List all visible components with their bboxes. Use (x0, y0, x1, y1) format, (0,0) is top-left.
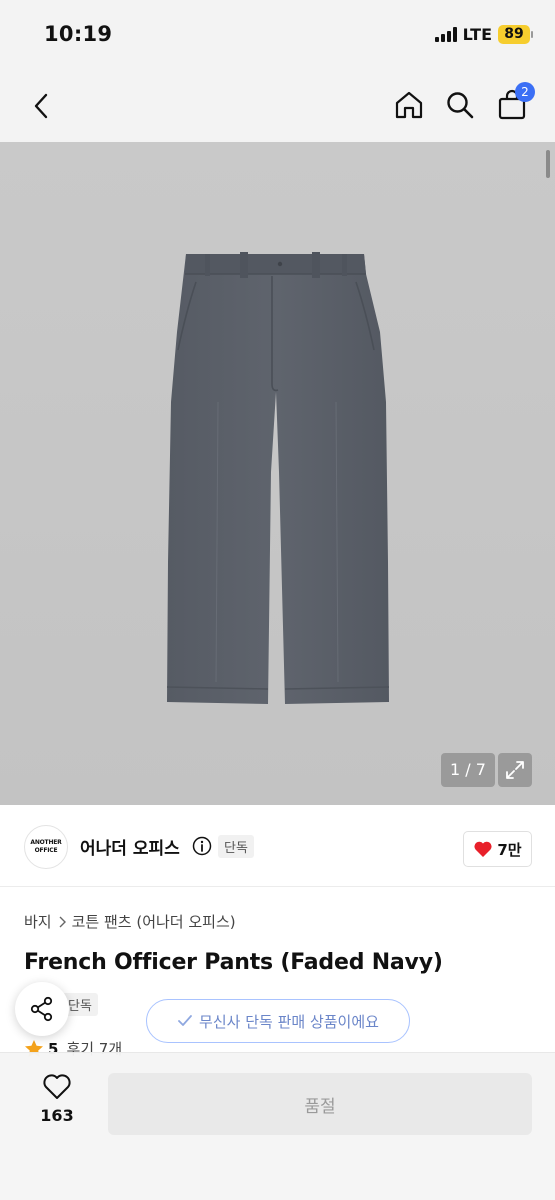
network-label: LTE (462, 25, 492, 44)
exclusive-notice-pill: 무신사 단독 판매 상품이에요 (146, 999, 410, 1043)
brand-logo[interactable]: ANOTHER OFFICE (24, 825, 68, 869)
breadcrumb-level2[interactable]: 코튼 팬츠 (어나더 오피스) (72, 911, 236, 932)
wishlist-count: 163 (40, 1106, 74, 1125)
battery-icon: 89 (498, 25, 533, 44)
search-button[interactable] (443, 88, 477, 122)
status-time: 10:19 (44, 22, 113, 46)
status-bar: 10:19 LTE 89 (0, 0, 555, 70)
product-title: French Officer Pants (Faded Navy) (24, 950, 443, 975)
heart-icon (474, 841, 492, 857)
cart-count-badge: 2 (515, 82, 535, 102)
expand-icon (506, 761, 524, 779)
sold-out-button[interactable]: 품절 (108, 1073, 532, 1135)
expand-image-button[interactable] (498, 753, 532, 787)
app-header: 2 (0, 70, 555, 142)
image-counter: 1 / 7 (441, 753, 495, 787)
share-button[interactable] (15, 982, 69, 1036)
signal-icon (434, 27, 457, 42)
brand-name[interactable]: 어나더 오피스 (80, 834, 180, 859)
info-icon[interactable] (192, 836, 212, 856)
scrollbar[interactable] (546, 150, 550, 178)
breadcrumb-level1[interactable]: 바지 (24, 911, 52, 932)
exclusive-notice-text: 무신사 단독 판매 상품이에요 (199, 1012, 379, 1031)
brand-row: ANOTHER OFFICE 어나더 오피스 단독 7만 (0, 805, 555, 887)
product-image[interactable] (0, 142, 555, 805)
home-icon (395, 91, 423, 119)
chevron-right-icon (59, 916, 66, 927)
exclusive-badge: 단독 (218, 835, 254, 858)
chevron-left-icon (34, 93, 48, 119)
brand-like-count: 7만 (497, 840, 522, 859)
bottom-action-bar: 163 품절 (0, 1052, 555, 1200)
status-indicators: LTE 89 (434, 25, 533, 44)
share-icon (30, 996, 53, 1022)
heart-outline-icon (43, 1074, 71, 1099)
home-button[interactable] (392, 88, 426, 122)
back-button[interactable] (26, 88, 56, 124)
brand-like-button[interactable]: 7만 (463, 831, 532, 867)
wishlist-button[interactable]: 163 (22, 1073, 92, 1135)
breadcrumb: 바지 코튼 팬츠 (어나더 오피스) (24, 911, 236, 932)
check-icon (178, 1015, 192, 1026)
battery-level: 89 (498, 25, 530, 44)
search-icon (447, 92, 474, 119)
pants-image (166, 252, 390, 704)
cart-button[interactable]: 2 (495, 82, 535, 122)
